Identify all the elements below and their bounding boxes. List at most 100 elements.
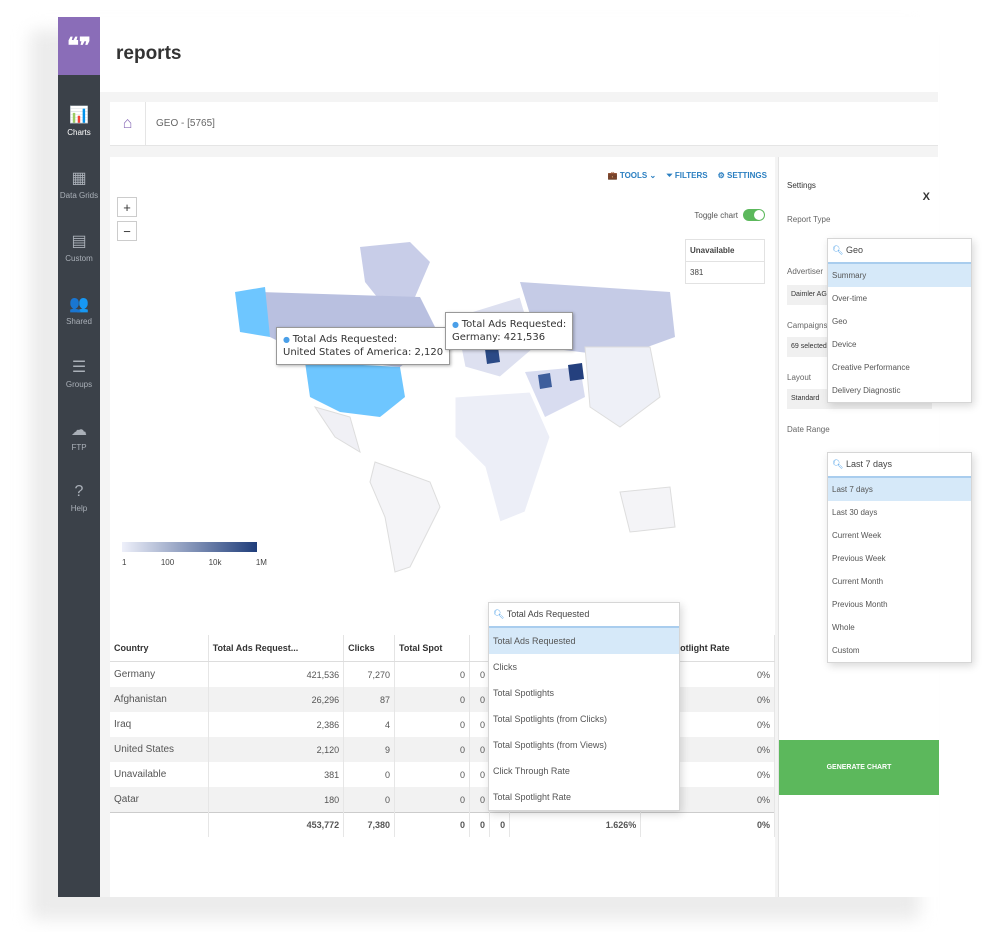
metric-dropdown[interactable]: 🔍︎ Total Ads Requested Total Ads Request… bbox=[488, 602, 680, 811]
dropdown-option[interactable]: Total Spotlight Rate bbox=[489, 784, 679, 810]
world-map[interactable] bbox=[200, 237, 680, 577]
date-range-label: Date Range bbox=[787, 425, 830, 434]
table-cell: 381 bbox=[208, 762, 345, 787]
total-cell: 0 bbox=[469, 812, 491, 837]
generate-chart-button[interactable]: GENERATE CHART bbox=[779, 740, 939, 795]
sidebar-item-label: Shared bbox=[66, 317, 92, 326]
report-type-dropdown[interactable]: 🔍︎ Geo Summary Over-time Geo Device Creative… bbox=[827, 238, 972, 403]
dropdown-option[interactable]: Total Spotlights (from Views) bbox=[489, 732, 679, 758]
help-icon: ? bbox=[74, 483, 84, 500]
dropdown-option[interactable]: Clicks bbox=[489, 654, 679, 680]
bar-chart-icon: 📊 bbox=[69, 107, 89, 124]
dropdown-option[interactable]: Whole bbox=[828, 616, 971, 639]
zoom-in-button[interactable]: + bbox=[117, 197, 137, 217]
sidebar-item-ftp[interactable]: ☁ FTP bbox=[58, 420, 100, 452]
sidebar-item-help[interactable]: ? Help bbox=[58, 483, 100, 513]
dropdown-option[interactable]: Geo bbox=[828, 310, 971, 333]
country-mexico bbox=[313, 406, 361, 454]
app-window: ❝❞ 📊 Charts ▦ Data Grids ▤ Custom 👥 Shared ☰ Grou… bbox=[58, 17, 939, 897]
table-cell: 0 bbox=[394, 737, 470, 762]
total-cell: 0% bbox=[640, 812, 775, 837]
dropdown-option[interactable]: Last 7 days bbox=[828, 478, 971, 501]
toolbar: 💼 TOOLS ⌄ ⏷ FILTERS ⚙ SETTINGS bbox=[608, 171, 767, 181]
advertiser-label: Advertiser bbox=[787, 267, 824, 276]
toggle-chart[interactable]: Toggle chart bbox=[694, 209, 765, 221]
country-iraq bbox=[538, 373, 552, 389]
table-cell: 0 bbox=[469, 762, 491, 787]
table-cell: 0 bbox=[343, 787, 396, 813]
africa bbox=[454, 391, 551, 523]
legend-label: 10k bbox=[208, 558, 222, 567]
cloud-upload-icon: ☁ bbox=[71, 422, 87, 439]
sidebar-item-custom[interactable]: ▤ Custom bbox=[58, 231, 100, 263]
dropdown-option[interactable]: Total Ads Requested bbox=[489, 628, 679, 654]
total-cell: 0 bbox=[394, 812, 470, 837]
home-icon[interactable]: ⌂ bbox=[110, 102, 146, 146]
total-cell: 1.626% bbox=[509, 812, 642, 837]
asia bbox=[584, 346, 661, 428]
sidebar-item-label: Groups bbox=[65, 380, 93, 389]
dropdown-option[interactable]: Previous Month bbox=[828, 593, 971, 616]
table-cell: 4 bbox=[343, 712, 396, 737]
sidebar-item-label: FTP bbox=[71, 443, 87, 452]
tools-button[interactable]: 💼 TOOLS ⌄ bbox=[608, 171, 657, 181]
total-cell: 0 bbox=[489, 812, 511, 837]
column-header[interactable]: Country bbox=[110, 635, 209, 662]
search-icon: 🔍︎ bbox=[832, 459, 846, 469]
toggle-switch[interactable] bbox=[743, 209, 765, 221]
totals-row: 453,772 7,380 0 0 0 1.626% 0% bbox=[110, 812, 775, 837]
table-cell: 0 bbox=[469, 737, 491, 762]
column-header[interactable]: Clicks bbox=[343, 635, 396, 662]
map-legend: 1 100 10k 1M bbox=[122, 542, 267, 567]
dropdown-option[interactable]: Device bbox=[828, 333, 971, 356]
gear-icon: ⚙ bbox=[717, 171, 727, 180]
date-range-search[interactable]: 🔍︎ Last 7 days bbox=[828, 453, 971, 478]
table-cell: 0 bbox=[469, 712, 491, 737]
report-type-search[interactable]: 🔍︎ Geo bbox=[828, 239, 971, 264]
dropdown-option[interactable]: Delivery Diagnostic bbox=[828, 379, 971, 402]
south-america bbox=[369, 461, 441, 573]
sidebar-item-label: Custom bbox=[65, 254, 93, 263]
country-alaska bbox=[235, 287, 270, 337]
date-range-dropdown[interactable]: 🔍︎ Last 7 days Last 7 days Last 30 days Cu… bbox=[827, 452, 972, 663]
table-cell: Unavailable bbox=[110, 762, 209, 787]
table-cell: 26,296 bbox=[208, 687, 345, 712]
dropdown-option[interactable]: Click Through Rate bbox=[489, 758, 679, 784]
table-cell: 0 bbox=[394, 687, 470, 712]
search-icon: 🔍︎ bbox=[832, 245, 846, 255]
total-cell: 453,772 bbox=[208, 812, 345, 837]
campaigns-label: Campaigns bbox=[787, 321, 828, 330]
dropdown-option[interactable]: Current Month bbox=[828, 570, 971, 593]
filter-icon: ⏷ bbox=[666, 171, 675, 180]
metric-search[interactable]: 🔍︎ Total Ads Requested bbox=[489, 603, 679, 628]
settings-button[interactable]: ⚙ SETTINGS bbox=[718, 171, 767, 181]
dropdown-option[interactable]: Creative Performance bbox=[828, 356, 971, 379]
dropdown-option[interactable]: Current Week bbox=[828, 524, 971, 547]
dropdown-option[interactable]: Summary bbox=[828, 264, 971, 287]
dropdown-option[interactable]: Total Spotlights (from Clicks) bbox=[489, 706, 679, 732]
table-cell: 0 bbox=[469, 687, 491, 712]
table-cell: 2,120 bbox=[208, 737, 345, 762]
dropdown-option[interactable]: Over-time bbox=[828, 287, 971, 310]
dropdown-option[interactable]: Previous Week bbox=[828, 547, 971, 570]
filters-button[interactable]: ⏷ FILTERS bbox=[666, 171, 707, 181]
sidebar-item-label: Help bbox=[70, 504, 88, 513]
dropdown-option[interactable]: Total Spotlights bbox=[489, 680, 679, 706]
column-header[interactable]: Total Ads Request... bbox=[208, 635, 345, 662]
sidebar-item-data-grids[interactable]: ▦ Data Grids bbox=[58, 168, 100, 200]
grid-icon: ▦ bbox=[71, 170, 87, 187]
sidebar-item-charts[interactable]: 📊 Charts bbox=[58, 105, 100, 137]
table-cell: 0 bbox=[394, 762, 470, 787]
zoom-out-button[interactable]: − bbox=[117, 221, 137, 241]
dropdown-option[interactable]: Last 30 days bbox=[828, 501, 971, 524]
column-header[interactable] bbox=[469, 635, 491, 662]
column-header[interactable]: Total Spot bbox=[394, 635, 470, 662]
dropdown-option[interactable]: Custom bbox=[828, 639, 971, 662]
settings-title: Settings bbox=[787, 181, 816, 190]
sidebar-item-shared[interactable]: 👥 Shared bbox=[58, 294, 100, 326]
tooltip-usa: ● Total Ads Requested: United States of A… bbox=[276, 327, 451, 365]
table-cell: Germany bbox=[110, 661, 209, 687]
sidebar-item-groups[interactable]: ☰ Groups bbox=[58, 357, 100, 389]
table-cell: 0 bbox=[469, 661, 491, 687]
close-icon[interactable]: X bbox=[923, 191, 930, 203]
